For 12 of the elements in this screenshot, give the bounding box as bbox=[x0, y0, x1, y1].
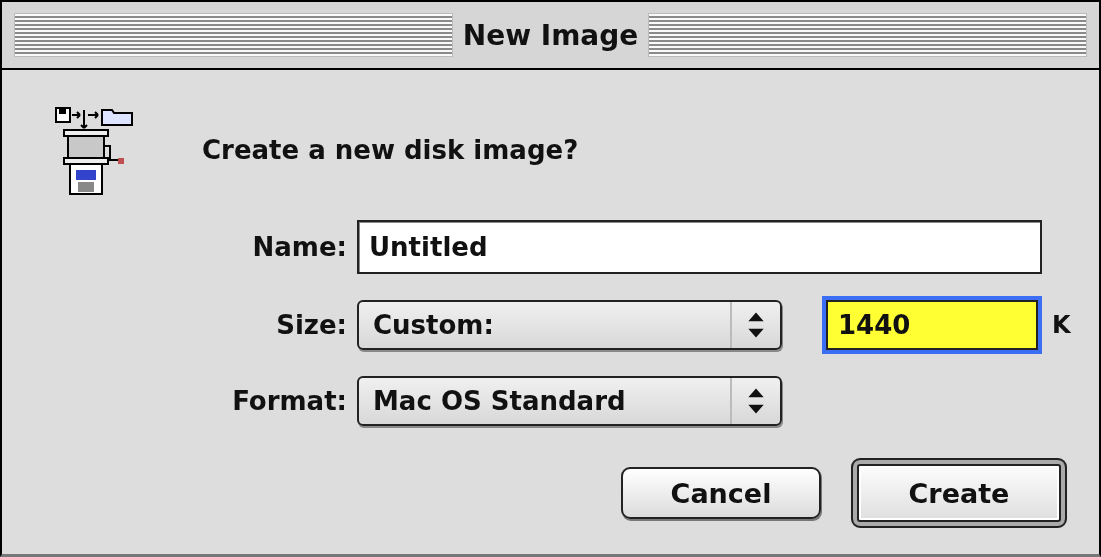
window-title: New Image bbox=[462, 18, 639, 52]
size-popup[interactable]: Custom: bbox=[357, 300, 782, 350]
name-field[interactable]: Untitled bbox=[357, 220, 1042, 274]
disk-utility-icon bbox=[54, 106, 136, 198]
format-popup[interactable]: Mac OS Standard bbox=[357, 376, 782, 426]
button[interactable]: Cancel bbox=[621, 467, 821, 519]
unit-label: K bbox=[1052, 311, 1072, 339]
default-button[interactable]: Create bbox=[851, 458, 1067, 528]
prompt-text: Create a new disk image? bbox=[202, 135, 579, 165]
field-label: Name: bbox=[251, 232, 347, 262]
field-label: Size: bbox=[275, 310, 347, 340]
field-label: Format: bbox=[231, 386, 347, 416]
